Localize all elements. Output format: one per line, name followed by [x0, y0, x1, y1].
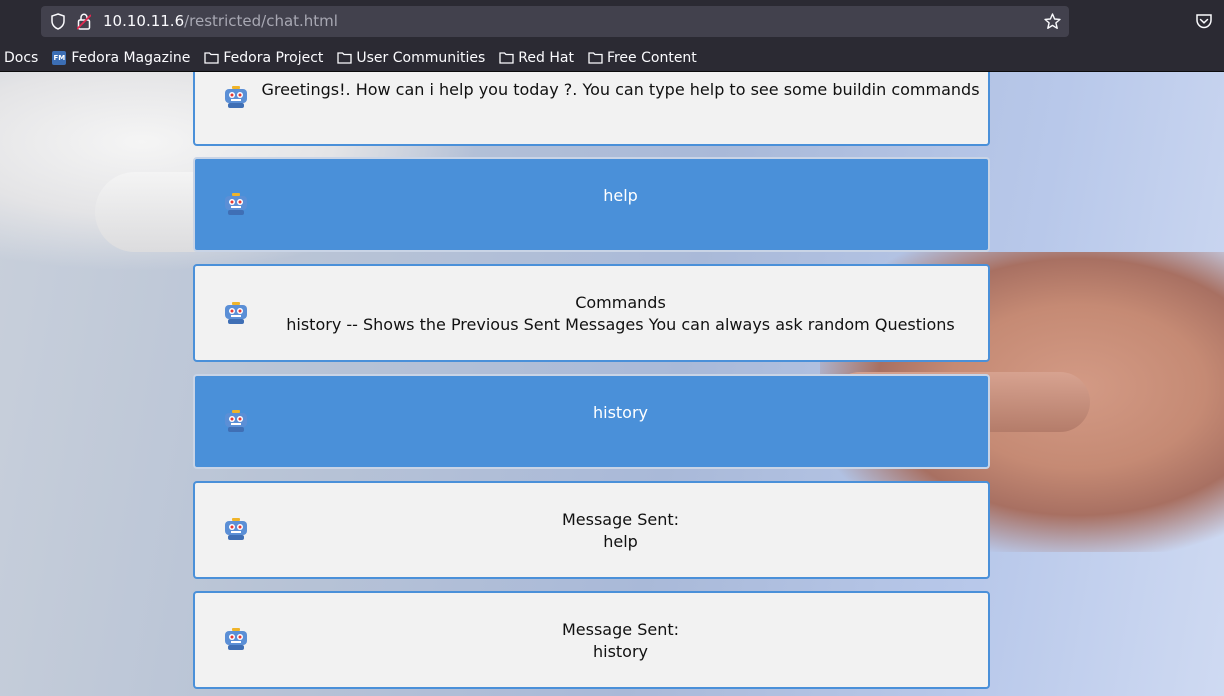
robot-avatar-icon: [225, 86, 247, 108]
pocket-icon[interactable]: [1195, 12, 1213, 30]
bot-message: Message Sent: help: [193, 481, 990, 579]
bookmark-fedora-project[interactable]: Fedora Project: [204, 50, 323, 66]
bot-message: Commands history -- Shows the Previous S…: [193, 264, 990, 362]
url-path: /restricted/chat.html: [184, 12, 338, 30]
bookmarks-toolbar: Docs FM Fedora Magazine Fedora Project U…: [0, 44, 1224, 72]
bookmark-label: Fedora Magazine: [71, 49, 191, 66]
folder-icon: [337, 52, 353, 64]
robot-avatar-icon: [225, 302, 247, 324]
bookmark-free-content[interactable]: Free Content: [588, 50, 697, 66]
user-message: help: [193, 157, 990, 252]
message-line: Message Sent:: [561, 620, 679, 639]
browser-toolbar: 10.10.11.6/restricted/chat.html: [0, 0, 1224, 44]
message-line: Commands: [575, 293, 666, 312]
folder-icon: [588, 52, 603, 64]
bot-message: Message Sent: history: [193, 591, 990, 689]
message-line: history -- Shows the Previous Sent Messa…: [286, 315, 955, 334]
folder-icon: [499, 52, 514, 64]
shield-icon[interactable]: [50, 13, 66, 30]
bookmark-label: Fedora Project: [223, 49, 324, 66]
robot-avatar-icon: [225, 193, 247, 215]
message-line: help: [603, 532, 638, 551]
bookmark-label: Docs: [4, 49, 39, 66]
message-line: Greetings!. How can i help you today ?. …: [261, 80, 980, 99]
background-robot-finger: [95, 172, 205, 252]
fedora-magazine-icon: FM: [52, 50, 67, 65]
message-line: history: [592, 403, 649, 422]
bookmark-user-communities[interactable]: User Communities: [337, 50, 485, 66]
page-viewport: Greetings!. How can i help you today ?. …: [0, 72, 1224, 696]
bookmark-fedora-magazine[interactable]: FM Fedora Magazine: [52, 50, 190, 66]
bot-message: Greetings!. How can i help you today ?. …: [193, 72, 990, 146]
user-message: history: [193, 374, 990, 469]
message-line: help: [603, 186, 638, 205]
robot-avatar-icon: [225, 628, 247, 650]
robot-avatar-icon: [225, 410, 247, 432]
bookmark-red-hat[interactable]: Red Hat: [499, 50, 574, 66]
bookmark-label: Free Content: [606, 49, 697, 66]
message-line: Message Sent:: [561, 510, 679, 529]
message-line: history: [592, 642, 649, 661]
url-host: 10.10.11.6: [103, 12, 185, 30]
bookmark-label: Red Hat: [518, 49, 574, 66]
insecure-lock-icon[interactable]: [77, 13, 91, 30]
bookmark-label: User Communities: [356, 49, 486, 66]
folder-icon: [204, 52, 219, 64]
bookmark-docs[interactable]: Docs: [4, 50, 38, 66]
url-bar[interactable]: 10.10.11.6/restricted/chat.html: [41, 6, 1069, 37]
bookmark-star-icon[interactable]: [1044, 13, 1061, 30]
robot-avatar-icon: [225, 518, 247, 540]
url-text[interactable]: 10.10.11.6/restricted/chat.html: [103, 12, 338, 30]
